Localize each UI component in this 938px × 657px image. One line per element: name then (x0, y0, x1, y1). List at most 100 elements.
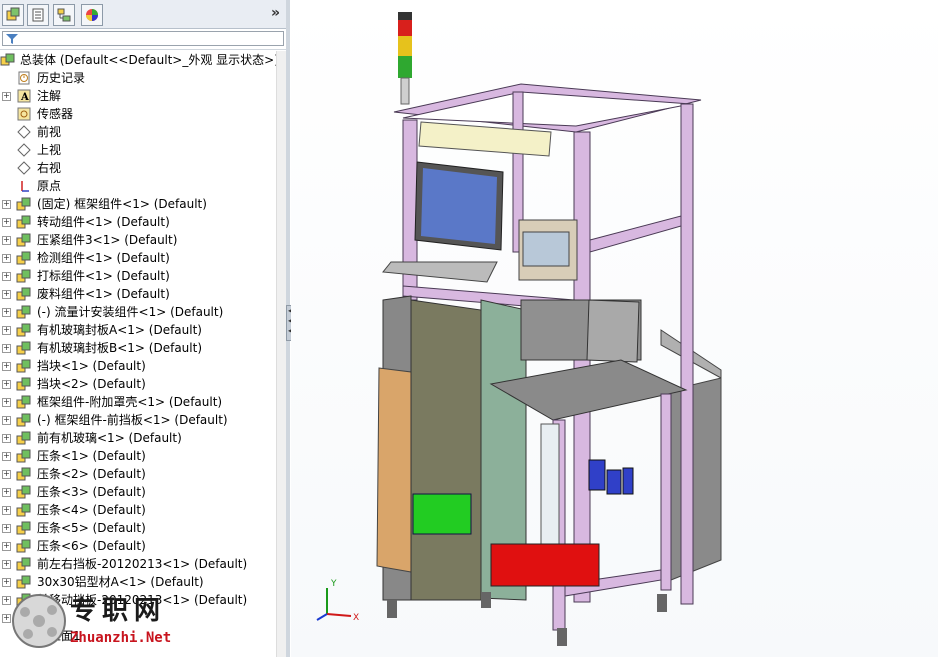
tree-root-label: 总装体 (Default<<Default>_外观 显示状态>) (20, 53, 279, 67)
subassembly-icon (16, 268, 32, 284)
tree-item[interactable]: + 压条<1> (Default) (0, 447, 286, 465)
axis-triad: Y X (316, 579, 359, 623)
expand-toggle-icon[interactable]: + (2, 92, 11, 101)
tree-item[interactable]: + 打标组件<1> (Default) (0, 267, 286, 285)
tree-root-assembly[interactable]: 总装体 (Default<<Default>_外观 显示状态>) (0, 51, 286, 69)
tree-item[interactable]: + (固定) 框架组件<1> (Default) (0, 195, 286, 213)
tree-item[interactable]: + 压条<5> (Default) (0, 519, 286, 537)
tree-item[interactable]: + (-) 框架组件-前挡板<1> (Default) (0, 411, 286, 429)
expand-toggle-icon[interactable]: + (2, 254, 11, 263)
subassembly-icon (16, 376, 32, 392)
tree-item[interactable]: + 挡块<2> (Default) (0, 375, 286, 393)
expand-toggle-icon[interactable]: + (2, 506, 11, 515)
green-plate (412, 493, 472, 535)
tree-item-label: 注解 (37, 89, 62, 103)
tree-item[interactable]: + 框架组件-附加罩壳<1> (Default) (0, 393, 286, 411)
expand-toggle-icon[interactable]: + (2, 542, 11, 551)
subassembly-icon (16, 412, 32, 428)
expand-toggle-icon[interactable]: + (2, 272, 11, 281)
tree-item[interactable]: + 有机玻璃封板A<1> (Default) (0, 321, 286, 339)
tree-item-label: 废料组件<1> (Default) (37, 287, 170, 301)
subassembly-icon (16, 538, 32, 554)
expand-toggle-icon[interactable]: + (2, 344, 11, 353)
tree-item[interactable]: + 挡块<1> (Default) (0, 357, 286, 375)
property-sheet-icon (32, 8, 44, 22)
subassembly-icon (16, 556, 32, 572)
tree-item[interactable]: 右视 (0, 159, 286, 177)
tree-item[interactable]: + A 注解 (0, 87, 286, 105)
tree-item[interactable]: + 前左右挡板-20120213<1> (Default) (0, 555, 286, 573)
expand-toggle-icon[interactable]: + (2, 560, 11, 569)
expand-toggle-icon[interactable]: + (2, 290, 11, 299)
tree-item[interactable]: 上视 (0, 141, 286, 159)
panel-tab-bar: » (0, 0, 286, 29)
tree-item[interactable]: + 压条<3> (Default) (0, 483, 286, 501)
property-manager-tab[interactable] (27, 4, 49, 26)
tree-item[interactable]: + 前有机玻璃<1> (Default) (0, 429, 286, 447)
expand-toggle-icon[interactable]: + (2, 398, 11, 407)
tree-item-label: 有机玻璃封板B<1> (Default) (37, 341, 203, 355)
tree-item[interactable]: 前视 (0, 123, 286, 141)
tree-item-label: 历史记录 (37, 71, 86, 85)
expand-toggle-icon[interactable]: + (2, 524, 11, 533)
lower-frame (552, 393, 672, 631)
subassembly-icon (16, 358, 32, 374)
filter-funnel-icon (6, 34, 18, 44)
tree-item[interactable]: + 废料组件<1> (Default) (0, 285, 286, 303)
feature-tree: 总装体 (Default<<Default>_外观 显示状态>) 历史记录 + A 注… (0, 51, 286, 645)
expand-toggle-icon[interactable]: + (2, 200, 11, 209)
tree-item[interactable]: 历史记录 (0, 69, 286, 87)
assembly-icon (0, 52, 16, 68)
expand-toggle-icon[interactable]: + (2, 308, 11, 317)
feature-manager-tab[interactable] (2, 4, 24, 26)
subassembly-icon (16, 232, 32, 248)
tree-item[interactable]: +30x30铝型材A<1> (Default) (0, 573, 286, 591)
tree-item[interactable]: + 转动组件<1> (Default) (0, 213, 286, 231)
expand-toggle-icon[interactable]: + (2, 218, 11, 227)
monitor (414, 161, 504, 251)
tree-item[interactable]: + 压紧组件3<1> (Default) (0, 231, 286, 249)
expand-toggle-icon[interactable]: + (2, 362, 11, 371)
tree-item[interactable]: + 压条<2> (Default) (0, 465, 286, 483)
expand-toggle-icon[interactable]: + (2, 416, 11, 425)
tree-item[interactable]: + (-) 流量计安装组件<1> (Default) (0, 303, 286, 321)
expand-toggle-icon[interactable]: + (2, 434, 11, 443)
tree-item-label: 前左右挡板-20120213<1> (Default) (37, 557, 248, 571)
tree-item-label: 压条<4> (Default) (37, 503, 146, 517)
watermark-title: 专职网 (70, 596, 167, 626)
watermark-logo (12, 594, 66, 648)
electrical-cabinet (670, 377, 722, 581)
subassembly-icon (16, 520, 32, 536)
tree-item-label: 右视 (37, 161, 62, 175)
configuration-manager-tab[interactable] (53, 4, 75, 26)
origin-icon (16, 178, 32, 194)
tree-item-label: (固定) 框架组件<1> (Default) (37, 197, 207, 211)
assembly-3d-model[interactable]: Y X (291, 0, 938, 657)
expand-toggle-icon[interactable]: + (2, 488, 11, 497)
history-icon (16, 70, 32, 86)
expand-toggle-icon[interactable]: + (2, 380, 11, 389)
signal-tower (398, 12, 412, 105)
expand-toggle-icon[interactable]: + (2, 452, 11, 461)
graphics-area[interactable]: Y X (291, 0, 938, 657)
subassembly-icon (16, 394, 32, 410)
watermark-url: Zhuanzhi.Net (70, 630, 172, 646)
tree-filter-input[interactable] (2, 31, 284, 46)
subassembly-icon (16, 448, 32, 464)
subassembly-icon (16, 322, 32, 338)
expand-toggle-icon[interactable]: + (2, 236, 11, 245)
tree-item[interactable]: + 压条<6> (Default) (0, 537, 286, 555)
tree-item[interactable]: + 压条<4> (Default) (0, 501, 286, 519)
plane-icon (16, 124, 32, 140)
more-tabs-button[interactable]: » (271, 5, 280, 21)
tree-item[interactable]: 传感器 (0, 105, 286, 123)
tree-item[interactable]: 原点 (0, 177, 286, 195)
expand-toggle-icon[interactable]: + (2, 470, 11, 479)
tree-item[interactable]: + 检测组件<1> (Default) (0, 249, 286, 267)
expand-toggle-icon[interactable]: + (2, 326, 11, 335)
tree-item[interactable]: + 有机玻璃封板B<1> (Default) (0, 339, 286, 357)
display-manager-tab[interactable] (81, 4, 103, 26)
subassembly-icon (16, 250, 32, 266)
filter-bar (0, 29, 286, 50)
expand-toggle-icon[interactable]: + (2, 578, 11, 587)
